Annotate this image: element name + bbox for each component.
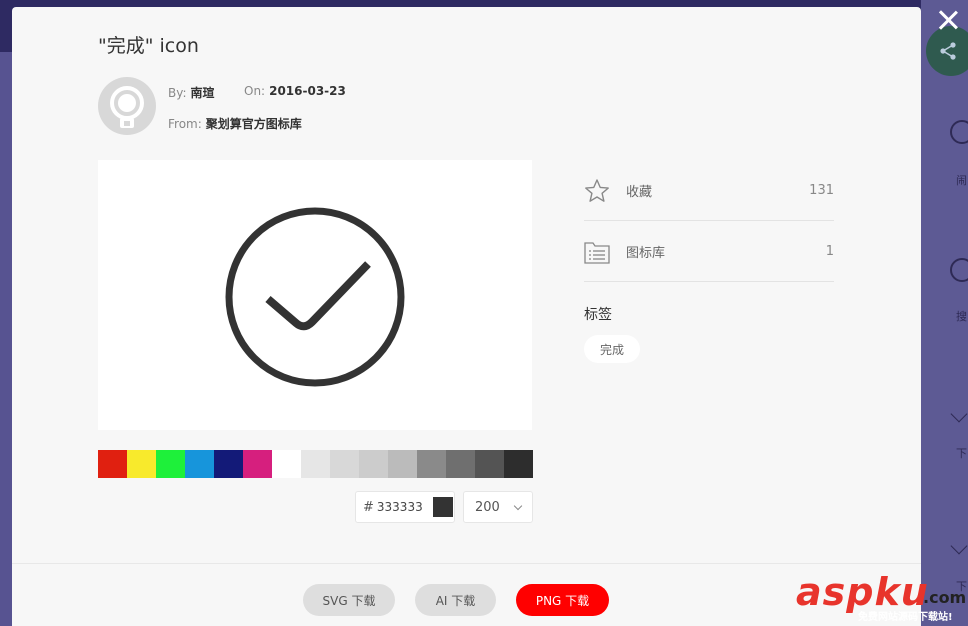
color-swatch[interactable] [272,450,301,478]
watermark-slogan: 免费网站源码下载站! [858,612,953,623]
watermark-tld: .com [923,588,967,607]
strip-label-3: 下 [956,447,967,460]
png-download-button[interactable]: PNG 下载 [516,584,609,616]
on-label: On: [244,84,266,98]
icon-preview [98,160,532,430]
color-hex-input[interactable]: # 333333 [355,491,455,523]
alarm-icon[interactable] [950,120,968,144]
upload-date: 2016-03-23 [269,84,346,98]
author-date: On: 2016-03-23 [244,84,346,98]
svg-download-button[interactable]: SVG 下载 [303,584,395,616]
tag-chip[interactable]: 完成 [584,335,640,363]
color-swatch[interactable] [446,450,475,478]
by-label: By: [168,86,187,100]
color-swatch[interactable] [475,450,504,478]
library-link[interactable]: 聚划算官方图标库 [206,117,302,131]
avatar[interactable] [98,77,156,135]
author-name[interactable]: 南瑄 [191,86,215,100]
hash-symbol: # [363,499,374,515]
stat-favorites[interactable]: 收藏 131 [584,160,834,221]
hex-value[interactable]: 333333 [377,500,433,514]
chevron-down-icon [513,501,523,511]
color-swatch[interactable] [417,450,446,478]
size-value: 200 [475,499,500,515]
library-label: 图标库 [626,245,666,261]
author-by: By: 南瑄 [168,84,215,101]
author-from: From: 聚划算官方图标库 [168,115,302,132]
strip-label-2: 搜 [956,310,967,323]
share-icon [940,42,956,60]
user-avatar-icon [110,86,144,128]
page-title: "完成" icon [98,35,199,57]
star-icon [585,179,609,202]
color-swatch[interactable] [98,450,127,478]
favorites-label: 收藏 [626,184,653,200]
icon-detail-modal: "完成" icon By: 南瑄 On: 2016-03-23 From: 聚划算官方… [12,7,921,626]
favorites-count: 131 [809,182,834,198]
size-select[interactable]: 200 [463,491,533,523]
from-label: From: [168,117,202,131]
color-swatch[interactable] [330,450,359,478]
color-swatch[interactable] [243,450,272,478]
folder-list-icon [584,242,610,264]
color-swatch[interactable] [214,450,243,478]
color-swatch[interactable] [504,450,533,478]
color-swatch[interactable] [301,450,330,478]
download-footer: SVG 下载 AI 下载 PNG 下载 [12,563,921,626]
search-icon[interactable] [950,258,968,282]
color-swatch[interactable] [185,450,214,478]
library-count: 1 [825,243,834,259]
color-preview-chip[interactable] [432,497,453,517]
watermark-logo: aspku .com 免费网站源码下载站! [796,568,968,626]
tags-heading: 标签 [584,307,612,323]
ai-download-button[interactable]: AI 下载 [415,584,496,616]
strip-label-1: 闹 [956,174,967,187]
close-icon[interactable] [934,6,962,34]
color-swatch[interactable] [388,450,417,478]
color-swatch[interactable] [359,450,388,478]
color-swatch[interactable] [127,450,156,478]
color-swatch[interactable] [156,450,185,478]
color-palette [98,450,533,478]
stat-library[interactable]: 图标库 1 [584,221,834,282]
checkmark-circle-icon [225,207,405,387]
